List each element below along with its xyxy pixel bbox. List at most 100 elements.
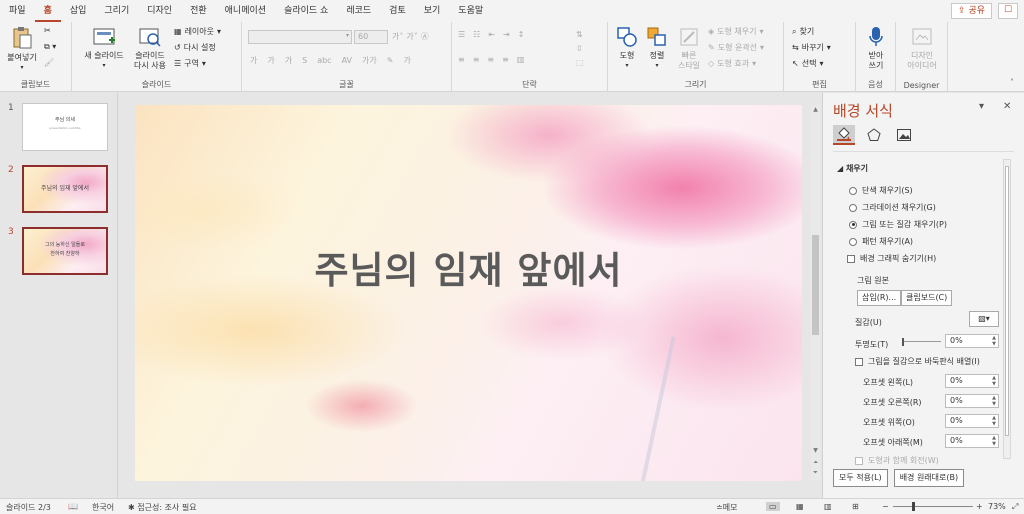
offset-top-spinner[interactable]: 0% ▲ ▼ <box>945 414 999 428</box>
arrange-button[interactable]: 정렬 ▾ <box>642 26 672 71</box>
shapes-button[interactable]: 도형 ▾ <box>612 26 642 71</box>
normal-view-icon[interactable]: ▭ <box>766 502 780 511</box>
apply-to-all-button[interactable]: 모두 적용(L) <box>833 469 888 487</box>
radio-selected[interactable] <box>849 220 857 229</box>
shape-effects-button[interactable]: ◇ 도형 효과 ▾ <box>708 58 756 69</box>
slideshow-icon[interactable]: ⊞ <box>852 502 859 511</box>
paste-button[interactable]: 붙여넣기 ▾ <box>4 26 40 73</box>
close-icon[interactable]: ✕ <box>1003 101 1011 112</box>
font-size-buttons[interactable]: 가˄ 가˅ Ⓐ <box>392 31 429 42</box>
new-slide-button[interactable]: 새 슬라이드 ▾ <box>80 26 128 71</box>
radio[interactable] <box>849 186 857 195</box>
solid-fill-option[interactable]: 단색 채우기(S) <box>849 185 913 196</box>
align-text-button[interactable]: ⇳ <box>576 44 583 53</box>
tab-view[interactable]: 보기 <box>415 0 450 22</box>
zoom-out-icon[interactable]: − <box>882 502 889 511</box>
tab-review[interactable]: 검토 <box>380 0 415 22</box>
notes-button[interactable]: ≐메모 <box>716 502 737 513</box>
list-row[interactable]: ☰ ☷ ⇤ ⇥ ↕ <box>458 30 524 39</box>
radio[interactable] <box>849 203 857 212</box>
gradient-fill-option[interactable]: 그라데이션 채우기(G) <box>849 202 936 213</box>
texture-picker[interactable]: ▧▾ <box>969 311 999 327</box>
section-button[interactable]: ☰ 구역 ▾ <box>174 58 206 69</box>
find-button[interactable]: ⌕ 찾기 <box>792 26 814 37</box>
layout-button[interactable]: ▦ 레이아웃 ▾ <box>174 26 221 37</box>
smartart-button[interactable]: ⬚ <box>576 58 584 67</box>
slide-scrollbar[interactable]: ▲ ▼ ⏶ ⏷ <box>811 105 820 480</box>
rotate-with-shape-option[interactable]: 도형과 함께 회전(W) <box>855 455 939 466</box>
reading-view-icon[interactable]: ▥ <box>824 502 832 511</box>
zoom-slider-handle[interactable] <box>912 502 915 511</box>
language-status[interactable]: 한국어 <box>92 502 114 513</box>
reuse-slides-button[interactable]: 슬라이드 다시 사용 <box>128 26 172 71</box>
spin-arrows-icon[interactable]: ▲ ▼ <box>992 335 996 347</box>
spin-arrows-icon[interactable]: ▲ ▼ <box>992 375 996 387</box>
fit-to-window-icon[interactable]: ⤢ <box>1012 502 1018 512</box>
tab-help[interactable]: 도움말 <box>449 0 492 22</box>
format-painter-button[interactable]: 🖌 <box>44 58 54 67</box>
tab-home[interactable]: 홈 <box>34 0 61 22</box>
picture-fill-option[interactable]: 그림 또는 질감 채우기(P) <box>849 219 947 230</box>
copy-button[interactable]: ⧉ ▾ <box>44 42 56 52</box>
clipboard-picture-button[interactable]: 클립보드(C) <box>901 290 953 306</box>
radio[interactable] <box>849 237 857 246</box>
fill-section-header[interactable]: ◢ 채우기 <box>837 163 868 174</box>
picture-tab[interactable] <box>893 125 915 145</box>
comments-button[interactable]: ☐ <box>998 3 1018 19</box>
slide-thumbnail-1[interactable]: 주님 의세 presentation subtitle <box>22 103 108 151</box>
spin-arrows-icon[interactable]: ▲ ▼ <box>992 395 996 407</box>
slide-title[interactable]: 주님의 임재 앞에서 <box>135 240 802 294</box>
prev-slide-icon[interactable]: ⏶ <box>811 459 820 467</box>
zoom-level[interactable]: 73% <box>988 502 1006 511</box>
checkbox[interactable] <box>847 254 855 263</box>
hide-background-graphics[interactable]: 배경 그래픽 숨기기(H) <box>847 253 936 264</box>
fill-tab[interactable] <box>833 125 855 145</box>
tab-record[interactable]: 레코드 <box>337 0 380 22</box>
checkbox[interactable] <box>855 456 863 465</box>
tab-file[interactable]: 파일 <box>0 0 35 22</box>
share-button[interactable]: ⇪ 공유 <box>951 3 992 19</box>
tab-insert[interactable]: 삽입 <box>61 0 96 22</box>
spellcheck-icon[interactable]: 📖 <box>68 502 78 511</box>
slide-thumbnail-3[interactable]: 그의 능하신 일들로 찬하여 찬양하 <box>22 227 108 275</box>
effects-tab[interactable] <box>863 125 885 145</box>
current-slide[interactable]: 주님의 임재 앞에서 <box>135 105 802 481</box>
scroll-down-icon[interactable]: ▼ <box>811 447 820 454</box>
reset-background-button[interactable]: 배경 원래대로(B) <box>893 469 965 487</box>
cut-button[interactable]: ✂ <box>44 26 51 35</box>
pattern-fill-option[interactable]: 패턴 채우기(A) <box>849 236 913 247</box>
tile-picture-option[interactable]: 그림을 질감으로 바둑판식 배열(I) <box>855 356 980 367</box>
pane-scrollbar[interactable] <box>1003 159 1011 459</box>
design-ideas-button[interactable]: 디자인 아이디어 <box>900 26 944 71</box>
insert-picture-button[interactable]: 삽입(R)... <box>857 290 902 306</box>
accessibility-status[interactable]: ✱ 접근성: 조사 필요 <box>128 502 197 513</box>
shape-outline-button[interactable]: ✎ 도형 윤곽선 ▾ <box>708 42 764 53</box>
shape-fill-button[interactable]: ◈ 도형 채우기 ▾ <box>708 26 764 37</box>
scroll-up-icon[interactable]: ▲ <box>811 106 820 113</box>
next-slide-icon[interactable]: ⏷ <box>811 469 820 477</box>
font-size-combo[interactable]: 60 <box>354 30 388 44</box>
transparency-spinner[interactable]: 0% ▲ ▼ <box>945 334 999 348</box>
slide-sorter-icon[interactable]: ▦ <box>796 502 804 511</box>
collapse-ribbon-icon[interactable]: ˄ <box>1010 78 1014 87</box>
tab-draw[interactable]: 그리기 <box>95 0 138 22</box>
zoom-in-icon[interactable]: + <box>976 502 983 511</box>
offset-right-spinner[interactable]: 0% ▲ ▼ <box>945 394 999 408</box>
tab-transitions[interactable]: 전환 <box>181 0 216 22</box>
offset-left-spinner[interactable]: 0% ▲ ▼ <box>945 374 999 388</box>
zoom-slider[interactable] <box>893 506 973 507</box>
replace-button[interactable]: ⇆ 바꾸기 ▾ <box>792 42 831 53</box>
quick-styles-button[interactable]: 빠른 스타일 <box>674 26 704 71</box>
text-direction-button[interactable]: ⇅ <box>576 30 583 39</box>
transparency-slider[interactable] <box>902 338 941 346</box>
reset-button[interactable]: ↺ 다시 설정 <box>174 42 216 53</box>
pane-options-icon[interactable]: ▾ <box>979 101 984 112</box>
tab-design[interactable]: 디자인 <box>138 0 181 22</box>
select-button[interactable]: ↖ 선택 ▾ <box>792 58 823 69</box>
align-row[interactable]: ≡ ≡ ≡ ≡ ▥ <box>458 55 524 64</box>
spin-arrows-icon[interactable]: ▲ ▼ <box>992 435 996 447</box>
tab-animations[interactable]: 애니메이션 <box>216 0 275 22</box>
checkbox[interactable] <box>855 357 863 366</box>
font-format-row[interactable]: 가 가 가 Sabc AV 가가 ✎ 가 <box>250 55 411 66</box>
spin-arrows-icon[interactable]: ▲ ▼ <box>992 415 996 427</box>
